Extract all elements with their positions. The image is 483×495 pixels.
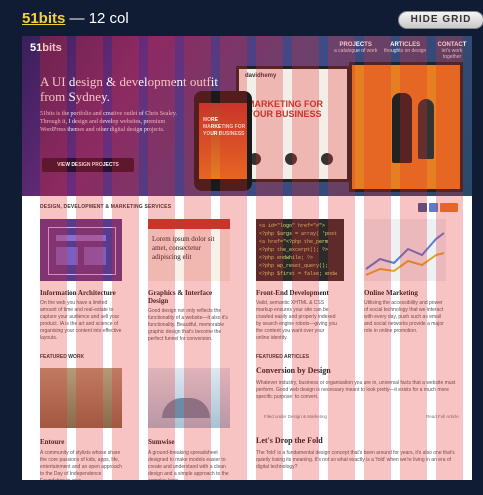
featured-work-text: A community of stylists whose share the … bbox=[40, 450, 123, 480]
article-text: Whatever industry, business or organisat… bbox=[256, 380, 456, 400]
person-figure bbox=[418, 99, 434, 159]
service-text: Good design not only reflects the functi… bbox=[148, 308, 228, 342]
featured-articles-heading: FEATURED ARTICLES bbox=[256, 354, 310, 360]
service-text: On the web you have a limited amount of … bbox=[40, 300, 122, 341]
share-icons bbox=[418, 203, 460, 214]
featured-work-heading: FEATURED WORK bbox=[40, 354, 85, 360]
person-figure bbox=[392, 93, 412, 163]
featured-work-text: A ground-breaking spreadsheet designed t… bbox=[148, 450, 229, 480]
nav-articles[interactable]: ARTICLES thoughts on design bbox=[384, 42, 426, 54]
hero-description: 51bits is the portfolio and creative out… bbox=[40, 111, 177, 133]
entoure-image[interactable] bbox=[40, 368, 122, 428]
featured-work-title[interactable]: Entoure bbox=[40, 438, 64, 446]
grid-count-label: 12 col bbox=[88, 10, 129, 27]
graphics-thumbnail: Lorem ipsum dolor sit amet, consectetur … bbox=[148, 219, 230, 281]
rss-icon[interactable] bbox=[440, 203, 458, 212]
article-filed-link[interactable]: Filed under Design & Marketing bbox=[264, 414, 327, 419]
read-article-link[interactable]: Read Full Article bbox=[426, 414, 459, 419]
ia-thumbnail bbox=[40, 219, 122, 281]
view-projects-button[interactable]: VIEW DESIGN PROJECTS bbox=[42, 158, 134, 172]
service-ia: Information Architecture On the web you … bbox=[40, 219, 122, 342]
brand-link[interactable]: 51bits bbox=[22, 10, 65, 27]
nav-contact[interactable]: CONTACT let's work together bbox=[432, 42, 472, 60]
laptop-mockup: davidhemy MARKETING FOR YOUR BUSINESS bbox=[236, 66, 350, 182]
laptop-site-name: davidhemy bbox=[245, 73, 277, 79]
article-title[interactable]: Let's Drop the Fold bbox=[256, 436, 323, 445]
phone-text: MORE MARKETING FOR YOUR BUSINESS bbox=[203, 117, 246, 137]
service-title: Graphics & Interface Design bbox=[148, 289, 213, 305]
top-bar: 51bits — 12 col HIDE GRID bbox=[0, 0, 483, 36]
site-logo[interactable]: 51bits bbox=[30, 42, 62, 54]
brand-separator: — bbox=[65, 10, 89, 27]
nav-projects[interactable]: PROJECTS a catalogue of work bbox=[334, 42, 377, 54]
line-chart-icon bbox=[365, 232, 445, 276]
service-title: Information Architecture bbox=[40, 289, 116, 297]
article-title[interactable]: Conversion by Design bbox=[256, 366, 331, 375]
code-thumbnail: <a id="logo" href="#"> <?php $args = arr… bbox=[256, 219, 344, 281]
circle-icon bbox=[285, 153, 297, 165]
graphics-thumb-text: Lorem ipsum dolor sit amet, consectetur … bbox=[152, 235, 215, 261]
service-title: Front-End Development bbox=[256, 289, 329, 297]
twitter-icon[interactable] bbox=[418, 203, 427, 212]
article-text: The 'fold' is a fundamental design conce… bbox=[256, 450, 455, 470]
tablet-mockup bbox=[349, 62, 463, 192]
hero-banner: 51bits PROJECTS a catalogue of work ARTIC… bbox=[22, 36, 472, 196]
marketing-thumbnail bbox=[364, 219, 446, 281]
service-frontend: <a id="logo" href="#"> <?php $args = arr… bbox=[256, 219, 344, 342]
circle-icon bbox=[321, 153, 333, 165]
sumwise-image[interactable] bbox=[148, 368, 230, 428]
laptop-headline: MARKETING FOR YOUR BUSINESS bbox=[247, 99, 323, 119]
service-graphics: Lorem ipsum dolor sit amet, consectetur … bbox=[148, 219, 230, 343]
phone-mockup: MORE MARKETING FOR YOUR BUSINESS bbox=[194, 91, 252, 191]
featured-work-title[interactable]: Sumwise bbox=[148, 438, 174, 446]
service-marketing: Online Marketing Utilising the accessibi… bbox=[364, 219, 446, 335]
hide-grid-button[interactable]: HIDE GRID bbox=[398, 11, 483, 29]
services-heading: DESIGN, DEVELOPMENT & MARKETING SERVICES bbox=[40, 204, 172, 210]
brand-title: 51bits — 12 col bbox=[22, 10, 129, 27]
service-title: Online Marketing bbox=[364, 289, 418, 297]
site-preview: 51bits PROJECTS a catalogue of work ARTIC… bbox=[22, 36, 472, 480]
facebook-icon[interactable] bbox=[429, 203, 438, 212]
service-text: Utilising the accessibility and power of… bbox=[364, 300, 444, 334]
service-text: Valid, semantic XHTML & CSS markup ensur… bbox=[256, 300, 337, 341]
